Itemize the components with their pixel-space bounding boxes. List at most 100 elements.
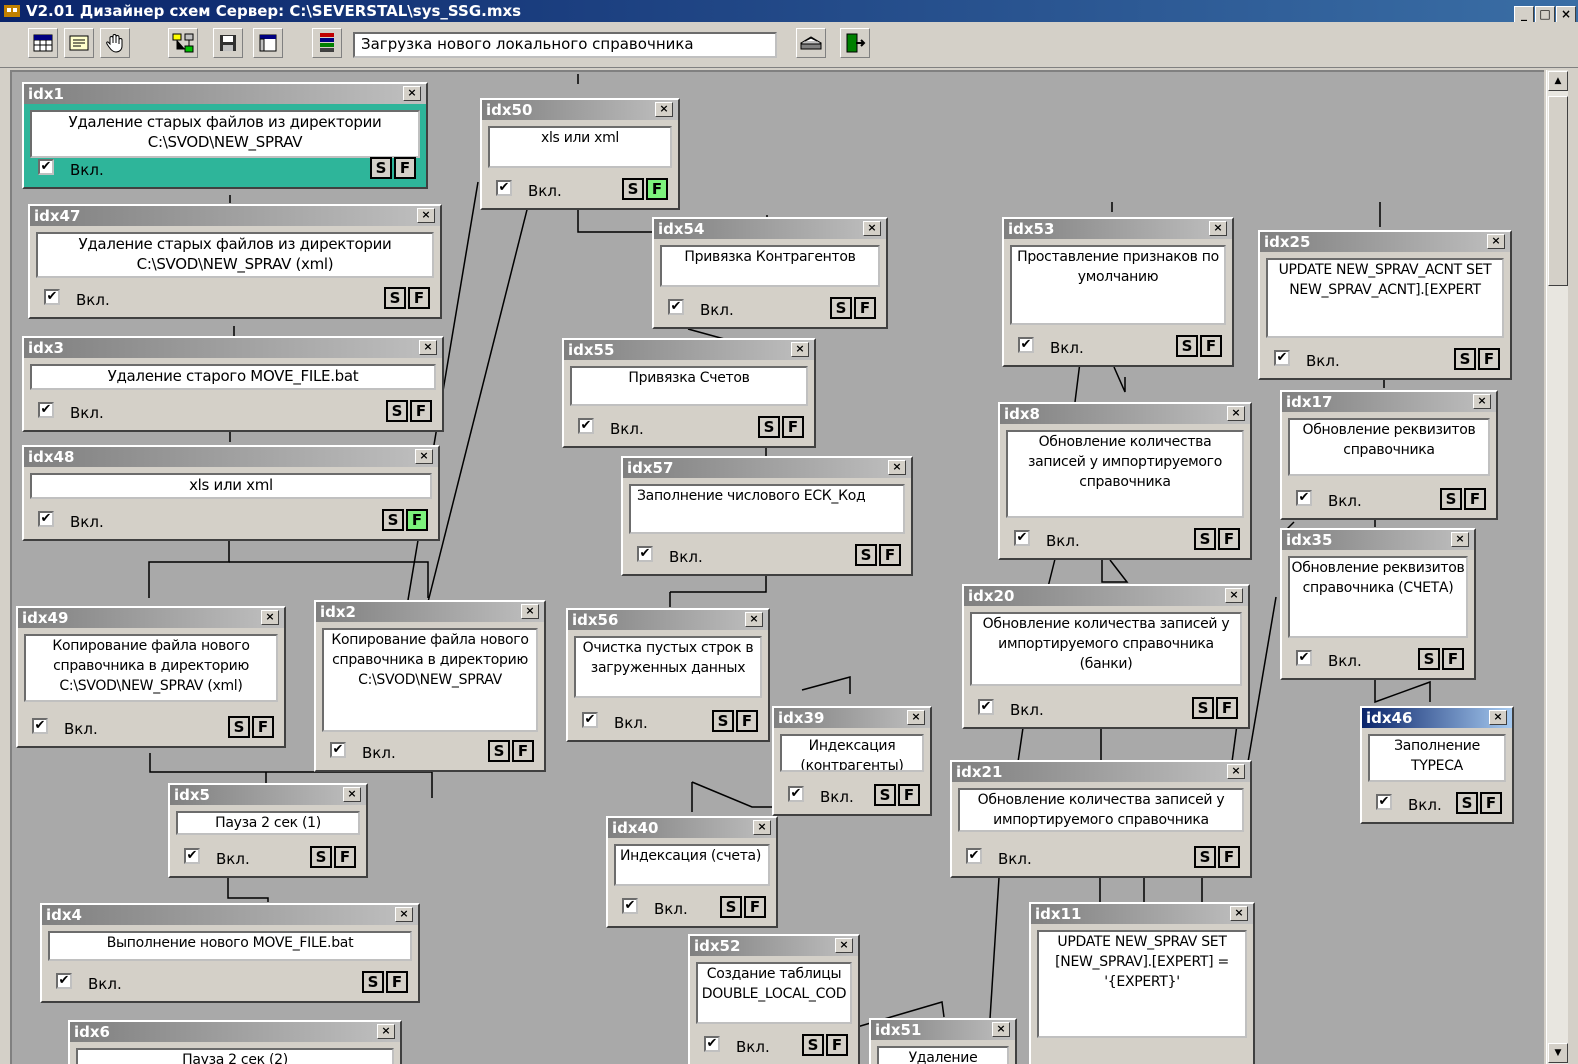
scheme-node[interactable]: idx50 × xls или xml ✔ Вкл. S F <box>480 98 680 210</box>
scheme-node[interactable]: idx39 × Индексация (контрагенты) ✔ Вкл. S F <box>772 706 932 816</box>
close-icon[interactable]: × <box>419 340 437 355</box>
start-button[interactable]: S <box>802 1034 824 1056</box>
finish-button[interactable]: F <box>1200 335 1222 357</box>
enabled-checkbox[interactable]: ✔ <box>966 848 982 864</box>
scheme-node[interactable]: idx53 × Проставление признаков по умолчан… <box>1002 217 1234 367</box>
enabled-checkbox[interactable]: ✔ <box>330 742 346 758</box>
enabled-checkbox[interactable]: ✔ <box>1274 350 1290 366</box>
scheme-node[interactable]: idx55 × Привязка Счетов ✔ Вкл. S F <box>562 338 816 448</box>
enabled-checkbox[interactable]: ✔ <box>622 898 638 914</box>
finish-button[interactable]: F <box>334 846 356 868</box>
close-icon[interactable]: × <box>377 1024 395 1039</box>
close-icon[interactable]: × <box>791 342 809 357</box>
close-icon[interactable]: × <box>1227 764 1245 779</box>
node-description[interactable]: UPDATE NEW_SPRAV SET [NEW_SPRAV].[EXPERT… <box>1037 930 1247 1038</box>
start-button[interactable]: S <box>1440 488 1462 510</box>
node-description[interactable]: Удаление <box>877 1046 1009 1064</box>
finish-button[interactable]: F <box>879 544 901 566</box>
start-button[interactable]: S <box>1192 697 1214 719</box>
finish-button[interactable]: F <box>1480 792 1502 814</box>
scheme-node[interactable]: idx57 × Заполнение числового ЕСК_Код ✔ Вкл… <box>621 456 913 576</box>
window-button[interactable] <box>253 28 283 58</box>
finish-button[interactable]: F <box>406 509 428 531</box>
scheme-node[interactable]: idx46 × Заполнение TYPECA ✔ Вкл. S F <box>1360 706 1514 824</box>
node-description[interactable]: Удаление старых файлов из директории C:\… <box>30 110 420 158</box>
close-icon[interactable]: × <box>863 221 881 236</box>
enabled-checkbox[interactable]: ✔ <box>1296 490 1312 506</box>
node-description[interactable]: Копирование файла нового справочника в д… <box>24 634 278 702</box>
finish-button[interactable]: F <box>408 287 430 309</box>
node-description[interactable]: Обновление реквизитов справочника (СЧЕТА… <box>1288 556 1468 638</box>
finish-button[interactable]: F <box>1464 488 1486 510</box>
scheme-node[interactable]: idx4 × Выполнение нового MOVE_FILE.bat ✔ В… <box>40 903 420 1003</box>
close-icon[interactable]: × <box>1489 710 1507 725</box>
scheme-node[interactable]: idx2 × Копирование файла нового справочни… <box>314 600 546 772</box>
start-button[interactable]: S <box>384 287 406 309</box>
enabled-checkbox[interactable]: ✔ <box>704 1036 720 1052</box>
close-icon[interactable]: × <box>1487 234 1505 249</box>
finish-button[interactable]: F <box>252 716 274 738</box>
close-icon[interactable]: × <box>835 938 853 953</box>
start-button[interactable]: S <box>370 157 392 179</box>
scheme-canvas[interactable]: idx1 × Удаление старых файлов из директор… <box>10 70 1544 1064</box>
node-description[interactable]: Пауза 2 сек (2) <box>76 1048 394 1064</box>
scroll-thumb[interactable] <box>1548 96 1568 286</box>
node-description[interactable]: Копирование файла нового справочника в д… <box>322 628 538 732</box>
start-button[interactable]: S <box>386 400 408 422</box>
scheme-node[interactable]: idx51 × Удаление <box>869 1018 1017 1064</box>
enabled-checkbox[interactable]: ✔ <box>578 418 594 434</box>
start-button[interactable]: S <box>1456 792 1478 814</box>
start-button[interactable]: S <box>1454 348 1476 370</box>
scheme-node[interactable]: idx17 × Обновление реквизитов справочника… <box>1280 390 1498 520</box>
save-button[interactable] <box>213 28 243 58</box>
node-description[interactable]: xls или xml <box>488 126 672 168</box>
close-icon[interactable]: × <box>415 449 433 464</box>
close-icon[interactable]: × <box>521 604 539 619</box>
node-description[interactable]: Заполнение TYPECA <box>1368 734 1506 782</box>
scheme-node[interactable]: idx6 × Пауза 2 сек (2) <box>68 1020 402 1064</box>
start-button[interactable]: S <box>310 846 332 868</box>
node-description[interactable]: Очистка пустых строк в загруженных данны… <box>574 636 762 698</box>
scheme-node[interactable]: idx47 × Удаление старых файлов из директо… <box>28 204 442 319</box>
enabled-checkbox[interactable]: ✔ <box>44 289 60 305</box>
start-button[interactable]: S <box>1176 335 1198 357</box>
close-icon[interactable]: × <box>1227 406 1245 421</box>
close-icon[interactable]: × <box>655 102 673 117</box>
pan-tool-button[interactable] <box>100 28 130 58</box>
start-button[interactable]: S <box>1194 846 1216 868</box>
node-description[interactable]: Удаление старого MOVE_FILE.bat <box>30 364 436 390</box>
scheme-node[interactable]: idx11 × UPDATE NEW_SPRAV SET [NEW_SPRAV].… <box>1029 902 1255 1064</box>
bars-button[interactable] <box>312 28 342 58</box>
finish-button[interactable]: F <box>386 971 408 993</box>
finish-button[interactable]: F <box>1218 528 1240 550</box>
close-icon[interactable]: × <box>343 787 361 802</box>
node-description[interactable]: Обновление количества записей у импортир… <box>1006 430 1244 518</box>
finish-button[interactable]: F <box>410 400 432 422</box>
finish-button[interactable]: F <box>854 297 876 319</box>
close-icon[interactable]: × <box>1473 394 1491 409</box>
enabled-checkbox[interactable]: ✔ <box>184 848 200 864</box>
node-description[interactable]: Привязка Счетов <box>570 366 808 406</box>
enabled-checkbox[interactable]: ✔ <box>1376 794 1392 810</box>
close-icon[interactable]: × <box>992 1022 1010 1037</box>
enabled-checkbox[interactable]: ✔ <box>38 402 54 418</box>
scheme-node[interactable]: idx21 × Обновление количества записей у и… <box>950 760 1252 878</box>
scheme-node[interactable]: idx54 × Привязка Контрагентов ✔ Вкл. S F <box>652 217 888 329</box>
node-description[interactable]: Выполнение нового MOVE_FILE.bat <box>48 931 412 961</box>
enabled-checkbox[interactable]: ✔ <box>788 786 804 802</box>
scheme-node[interactable]: idx20 × Обновление количества записей у и… <box>962 584 1250 729</box>
finish-button[interactable]: F <box>744 896 766 918</box>
node-description[interactable]: Создание таблицы DOUBLE_LOCAL_COD <box>696 962 852 1024</box>
scheme-node[interactable]: idx5 × Пауза 2 сек (1) ✔ Вкл. S F <box>168 783 368 878</box>
scheme-node[interactable]: idx8 × Обновление количества записей у им… <box>998 402 1252 560</box>
node-description[interactable]: Заполнение числового ЕСК_Код <box>629 484 905 534</box>
enabled-checkbox[interactable]: ✔ <box>496 180 512 196</box>
close-icon[interactable]: × <box>403 86 421 101</box>
close-icon[interactable]: × <box>1230 906 1248 921</box>
scroll-down-icon[interactable]: ▼ <box>1548 1043 1568 1063</box>
scroll-up-icon[interactable]: ▲ <box>1548 71 1568 91</box>
node-description[interactable]: Индексация (контрагенты) <box>780 734 924 772</box>
finish-button[interactable]: F <box>1478 348 1500 370</box>
node-description[interactable]: Обновление реквизитов справочника <box>1288 418 1490 476</box>
finish-button[interactable]: F <box>1218 846 1240 868</box>
